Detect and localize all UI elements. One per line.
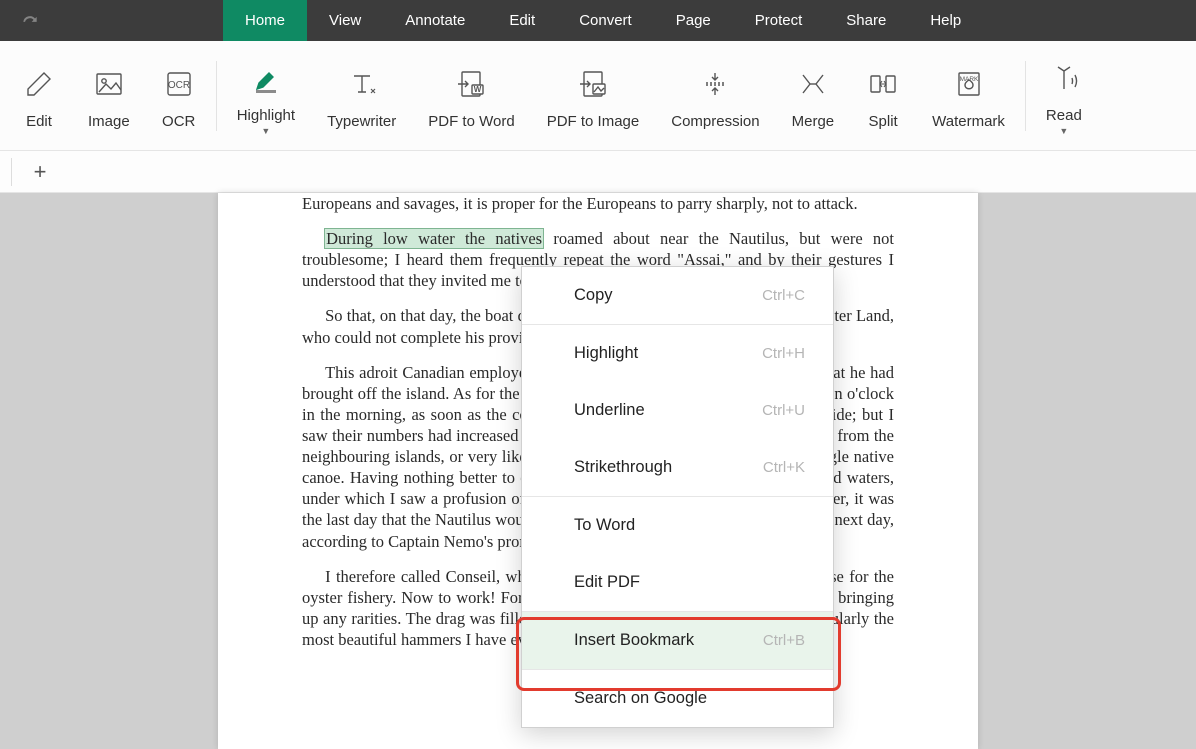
svg-text:W: W — [474, 85, 482, 94]
read-icon — [1047, 55, 1081, 101]
menu-tab-convert[interactable]: Convert — [557, 0, 654, 41]
edit-icon — [22, 61, 56, 107]
menu-tab-home[interactable]: Home — [223, 0, 307, 41]
redo-button[interactable] — [0, 0, 60, 41]
context-menu-edit-pdf[interactable]: Edit PDF — [522, 554, 833, 611]
split-icon — [866, 61, 900, 107]
ribbon-label: Split — [869, 113, 898, 130]
ribbon-label: Watermark — [932, 113, 1005, 130]
context-menu-search-google[interactable]: Search on Google — [522, 670, 833, 727]
menu-tab-edit[interactable]: Edit — [487, 0, 557, 41]
ribbon-label: Read — [1046, 107, 1082, 124]
text-selection[interactable]: During low water the natives — [325, 229, 543, 248]
context-menu-label: Edit PDF — [574, 573, 640, 592]
ribbon-label: OCR — [162, 113, 195, 130]
redo-icon — [20, 11, 40, 31]
context-menu-label: Copy — [574, 286, 613, 305]
context-menu-shortcut: Ctrl+C — [762, 287, 805, 304]
context-menu-label: Highlight — [574, 344, 638, 363]
context-menu-label: Strikethrough — [574, 458, 672, 477]
ribbon-separator — [216, 61, 217, 131]
context-menu-label: Search on Google — [574, 689, 707, 708]
tabstrip-stub — [8, 158, 12, 186]
new-tab-button[interactable]: + — [26, 159, 54, 185]
split-button[interactable]: Split — [850, 41, 916, 150]
ribbon-label: Highlight — [237, 107, 295, 124]
ribbon-label: Compression — [671, 113, 759, 130]
document-tabstrip: + — [0, 151, 1196, 193]
compression-button[interactable]: Compression — [655, 41, 775, 150]
typewriter-button[interactable]: Typewriter — [311, 41, 412, 150]
watermark-button[interactable]: MARK Watermark — [916, 41, 1021, 150]
read-button[interactable]: Read ▼ — [1030, 41, 1098, 150]
highlight-icon — [249, 55, 283, 101]
menu-tab-page[interactable]: Page — [654, 0, 733, 41]
merge-icon — [796, 61, 830, 107]
paragraph[interactable]: Europeans and savages, it is proper for … — [302, 193, 894, 214]
context-menu-shortcut: Ctrl+H — [762, 345, 805, 362]
context-menu-insert-bookmark[interactable]: Insert Bookmark Ctrl+B — [522, 612, 833, 669]
context-menu-label: Underline — [574, 401, 645, 420]
context-menu-label: Insert Bookmark — [574, 631, 694, 650]
context-menu-shortcut: Ctrl+U — [762, 402, 805, 419]
pdf-to-image-button[interactable]: PDF to Image — [531, 41, 656, 150]
context-menu-to-word[interactable]: To Word — [522, 497, 833, 554]
ribbon-label: Edit — [26, 113, 52, 130]
ribbon-label: PDF to Image — [547, 113, 640, 130]
menu-tab-share[interactable]: Share — [824, 0, 908, 41]
highlight-button[interactable]: Highlight ▼ — [221, 41, 311, 150]
ribbon-label: Image — [88, 113, 130, 130]
context-menu-copy[interactable]: Copy Ctrl+C — [522, 267, 833, 324]
svg-text:OCR: OCR — [168, 80, 190, 91]
ocr-icon: OCR — [162, 61, 196, 107]
typewriter-icon — [345, 61, 379, 107]
menu-tab-view[interactable]: View — [307, 0, 383, 41]
menu-tab-help[interactable]: Help — [908, 0, 983, 41]
context-menu-shortcut: Ctrl+K — [763, 459, 805, 476]
merge-button[interactable]: Merge — [776, 41, 851, 150]
ocr-button[interactable]: OCR OCR — [146, 41, 212, 150]
pdf-to-word-icon: W — [454, 61, 488, 107]
menubar: HomeViewAnnotateEditConvertPageProtectSh… — [0, 0, 1196, 41]
watermark-icon: MARK — [952, 61, 986, 107]
context-menu-strikethrough[interactable]: Strikethrough Ctrl+K — [522, 439, 833, 496]
dropdown-caret-icon: ▼ — [1059, 126, 1068, 136]
edit-button[interactable]: Edit — [6, 41, 72, 150]
context-menu-underline[interactable]: Underline Ctrl+U — [522, 382, 833, 439]
ribbon-label: Typewriter — [327, 113, 396, 130]
pdf-to-image-icon — [576, 61, 610, 107]
context-menu: Copy Ctrl+C Highlight Ctrl+H Underline Ctrl+U… — [521, 266, 834, 728]
dropdown-caret-icon: ▼ — [261, 126, 270, 136]
image-icon — [92, 61, 126, 107]
pdf-to-word-button[interactable]: W PDF to Word — [412, 41, 530, 150]
image-button[interactable]: Image — [72, 41, 146, 150]
compression-icon — [698, 61, 732, 107]
ribbon-label: PDF to Word — [428, 113, 514, 130]
context-menu-label: To Word — [574, 516, 635, 535]
menubar-spacer — [60, 0, 223, 41]
context-menu-highlight[interactable]: Highlight Ctrl+H — [522, 325, 833, 382]
ribbon-separator — [1025, 61, 1026, 131]
ribbon-toolbar: Edit Image OCR OCR Highlight ▼ Typewriter W PDF … — [0, 41, 1196, 151]
menu-tab-annotate[interactable]: Annotate — [383, 0, 487, 41]
ribbon-label: Merge — [792, 113, 835, 130]
menu-tab-protect[interactable]: Protect — [733, 0, 825, 41]
context-menu-shortcut: Ctrl+B — [763, 632, 805, 649]
